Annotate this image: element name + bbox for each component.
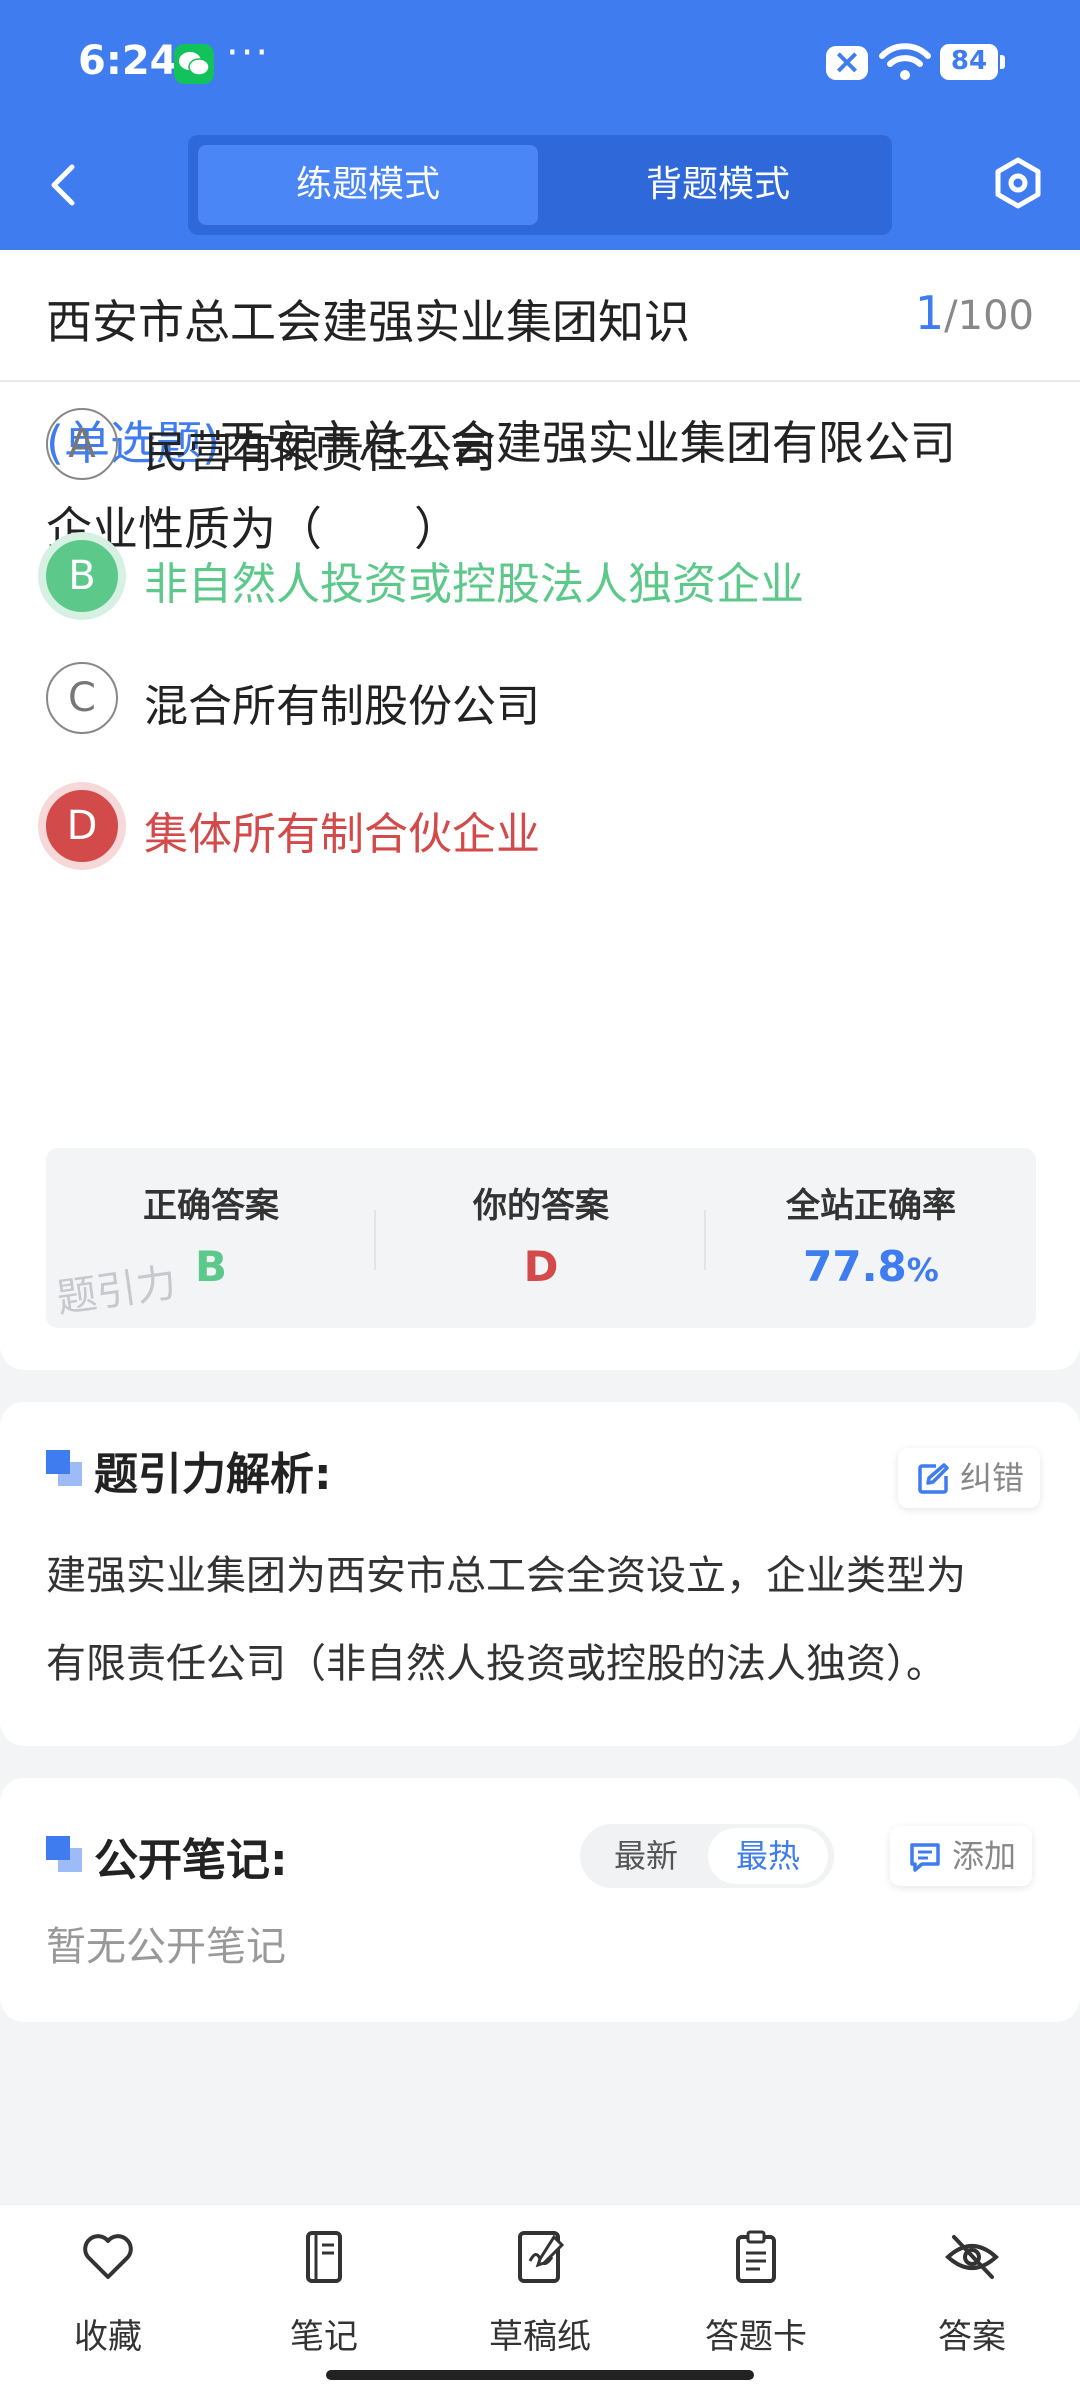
chevron-left-icon	[51, 164, 75, 206]
stat-site-accuracy: 全站正确率 77.8%	[706, 1148, 1036, 1328]
nav-answer-sheet-label: 答题卡	[705, 2317, 807, 2357]
stat-your-answer: 你的答案 D	[376, 1148, 706, 1328]
nav-show-answer[interactable]: 答案	[882, 2227, 1062, 2367]
report-error-button[interactable]: 纠错	[898, 1448, 1041, 1508]
nav-favorite-label: 收藏	[74, 2317, 142, 2357]
analysis-line2: 有限责任公司（非自然人投资或控股的法人独资）。	[46, 1641, 946, 1687]
wifi-icon	[878, 42, 932, 86]
section-squares-icon	[46, 1450, 82, 1486]
tab-memorize-mode[interactable]: 背题模式	[548, 145, 888, 225]
add-note-button[interactable]: 添加	[890, 1826, 1033, 1886]
analysis-text: 建强实业集团为西安市总工会全资设立，企业类型为 有限责任公司（非自然人投资或控股…	[46, 1532, 1036, 1708]
add-note-label: 添加	[952, 1837, 1017, 1875]
nav-show-answer-label: 答案	[938, 2317, 1006, 2357]
status-bar: 6:24 ··· × 84	[0, 0, 1080, 125]
nav-scratch-paper-label: 草稿纸	[489, 2317, 591, 2357]
current-question-number: 1	[914, 286, 945, 340]
option-a-text: 民营有限责任公司	[144, 427, 496, 478]
notebook-icon	[306, 2231, 342, 2283]
report-error-label: 纠错	[960, 1459, 1025, 1497]
divider	[0, 380, 1080, 382]
total-questions: /100	[944, 293, 1034, 339]
nav-answer-sheet[interactable]: 答题卡	[666, 2227, 846, 2367]
sort-hottest-button[interactable]: 最热	[708, 1828, 828, 1884]
your-answer-value: D	[523, 1242, 559, 1291]
edit-icon	[918, 1463, 949, 1494]
stat-correct-answer: 正确答案 B 题引力	[46, 1148, 376, 1328]
comment-icon	[910, 1843, 940, 1872]
site-accuracy-value: 77.8%	[706, 1242, 1036, 1291]
eye-off-icon	[945, 2235, 999, 2279]
option-c-letter: C	[46, 662, 118, 734]
public-notes-card: 公开笔记: 最新 最热 添加 暂无公开笔记	[0, 1778, 1080, 2022]
more-notifications-indicator: ···	[226, 30, 271, 76]
public-notes-title: 公开笔记:	[94, 1835, 288, 1886]
option-b-text: 非自然人投资或控股法人独资企业	[144, 559, 804, 610]
notes-sort-toggle: 最新 最热	[580, 1824, 834, 1888]
settings-button[interactable]	[990, 155, 1046, 211]
home-indicator[interactable]	[326, 2370, 754, 2380]
question-card: 西安市总工会建强实业集团知识 1/100 (单选题)西安市总工会建强实业集团有限…	[0, 250, 1080, 1370]
option-c-text: 混合所有制股份公司	[144, 681, 540, 732]
site-accuracy-unit: %	[906, 1251, 939, 1289]
option-b[interactable]: B 非自然人投资或控股法人独资企业	[46, 540, 1036, 620]
your-answer-label: 你的答案	[473, 1186, 609, 1226]
option-a-letter: A	[46, 408, 118, 480]
site-accuracy-number: 77.8	[803, 1242, 907, 1291]
status-time: 6:24	[78, 38, 178, 84]
correct-answer-label: 正确答案	[143, 1186, 279, 1226]
battery-icon: 84	[940, 44, 1005, 80]
mode-switch: 练题模式 背题模式	[188, 135, 892, 235]
option-c[interactable]: C 混合所有制股份公司	[46, 662, 1036, 742]
nav-notes[interactable]: 笔记	[234, 2227, 414, 2367]
option-d-text: 集体所有制合伙企业	[144, 809, 540, 860]
no-sim-icon: ×	[826, 42, 868, 82]
empty-notes-text: 暂无公开笔记	[46, 1924, 286, 1970]
clipboard-icon	[736, 2230, 776, 2283]
battery-level: 84	[950, 46, 988, 76]
option-b-letter: B	[46, 540, 118, 612]
heart-icon	[83, 2234, 133, 2279]
nav-scratch-paper[interactable]: 草稿纸	[450, 2227, 630, 2367]
option-d-letter: D	[46, 790, 118, 862]
tab-practice-mode[interactable]: 练题模式	[198, 145, 538, 225]
sort-newest-button[interactable]: 最新	[586, 1828, 706, 1884]
option-a[interactable]: A 民营有限责任公司	[46, 408, 1036, 488]
question-set-title: 西安市总工会建强实业集团知识	[46, 295, 690, 349]
top-header: 6:24 ··· × 84 练题模式 背题模式	[0, 0, 1080, 250]
site-accuracy-label: 全站正确率	[786, 1186, 956, 1226]
analysis-card: 题引力解析: 纠错 建强实业集团为西安市总工会全资设立，企业类型为 有限责任公司…	[0, 1402, 1080, 1746]
option-d[interactable]: D 集体所有制合伙企业	[46, 790, 1036, 870]
back-button[interactable]	[44, 155, 84, 215]
nav-notes-label: 笔记	[290, 2317, 358, 2357]
scratch-paper-icon	[518, 2231, 565, 2283]
settings-hexagon-icon	[995, 157, 1041, 209]
question-counter: 1/100	[915, 286, 1034, 340]
nav-favorite[interactable]: 收藏	[18, 2227, 198, 2367]
analysis-line1: 建强实业集团为西安市总工会全资设立，企业类型为	[46, 1553, 966, 1599]
analysis-title: 题引力解析:	[94, 1449, 332, 1500]
answer-stats-panel: 正确答案 B 题引力 你的答案 D 全站正确率 77.8%	[46, 1148, 1036, 1328]
wechat-notification-icon	[174, 44, 214, 84]
section-squares-icon	[46, 1836, 82, 1872]
